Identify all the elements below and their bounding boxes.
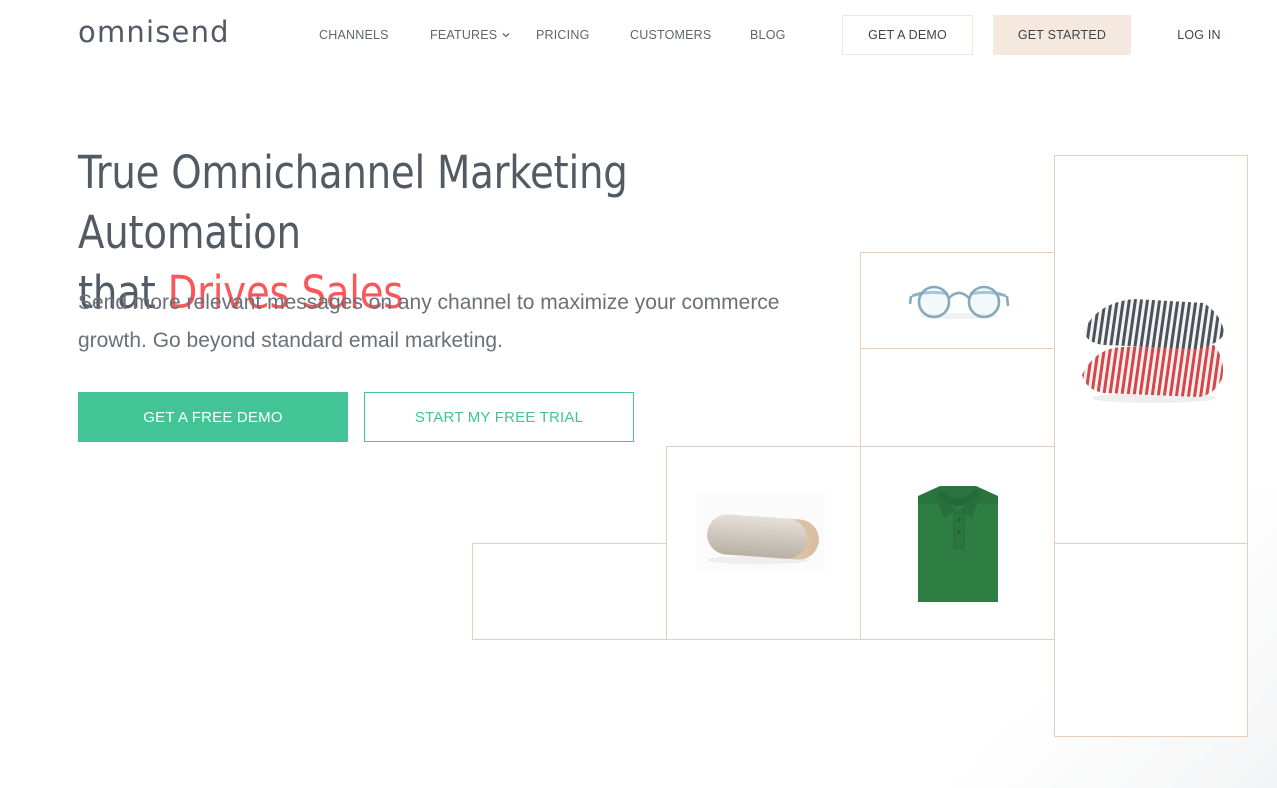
grid-cell-empty: [1054, 543, 1248, 737]
nav-customers[interactable]: CUSTOMERS: [630, 27, 711, 43]
polo-shirt-image: [918, 486, 998, 602]
grid-cell-empty: [860, 348, 1055, 447]
hero-subtitle: Send more relevant messages on any chann…: [78, 291, 780, 352]
nav-features-label: FEATURES: [430, 28, 498, 42]
get-started-button[interactable]: GET STARTED: [993, 15, 1131, 55]
nav-features[interactable]: FEATURES: [430, 27, 510, 43]
pillows-image: [1082, 299, 1224, 403]
get-a-demo-button[interactable]: GET A DEMO: [842, 15, 973, 55]
get-free-demo-button[interactable]: GET A FREE DEMO: [78, 392, 348, 442]
hero-title-line1: True Omnichannel Marketing Automation: [78, 146, 628, 259]
nav-channels[interactable]: CHANNELS: [319, 27, 389, 43]
grid-cell-empty: [472, 543, 667, 640]
glasses-image: [908, 285, 1010, 319]
nav-pricing[interactable]: PRICING: [536, 27, 590, 43]
log-in-link[interactable]: LOG IN: [1166, 15, 1232, 55]
chevron-down-icon: [502, 27, 510, 43]
speaker-image: [697, 492, 825, 572]
start-free-trial-button[interactable]: START MY FREE TRIAL: [364, 392, 634, 442]
nav-blog[interactable]: BLOG: [750, 27, 786, 43]
omnisend-logo[interactable]: omnisend: [78, 14, 230, 50]
